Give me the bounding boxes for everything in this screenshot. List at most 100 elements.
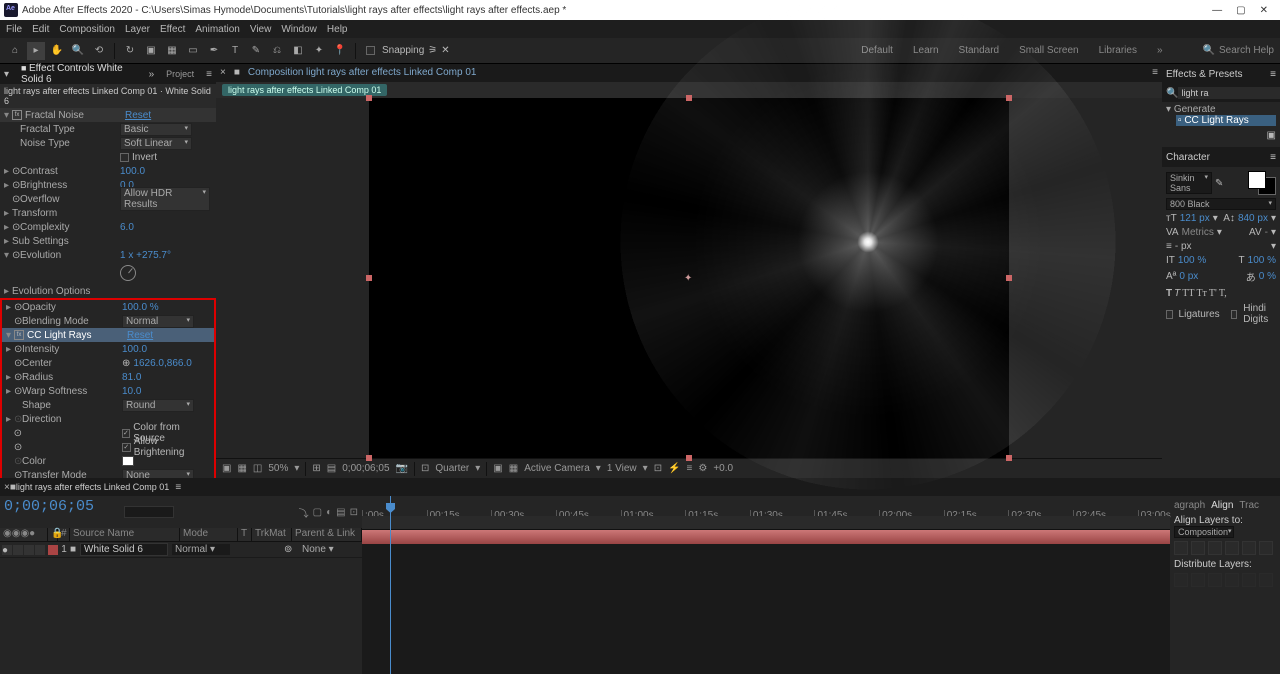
eye-toggle[interactable]: ●: [2, 545, 12, 555]
new-bin-icon[interactable]: ▣: [1267, 130, 1276, 141]
character-menu-icon[interactable]: ≡: [1270, 152, 1276, 163]
type-tool[interactable]: T: [226, 42, 244, 60]
handle-bm[interactable]: [686, 455, 692, 461]
effects-presets-menu-icon[interactable]: ≡: [1270, 69, 1276, 80]
maximize-button[interactable]: ▢: [1236, 5, 1245, 16]
zoom-tool[interactable]: 🔍: [69, 42, 87, 60]
layer-parent-dropdown[interactable]: None ▾: [302, 544, 362, 555]
dist-4[interactable]: [1225, 573, 1239, 587]
show-icon[interactable]: ⊡: [421, 463, 429, 474]
menu-help[interactable]: Help: [327, 24, 348, 35]
evolution-value[interactable]: 1 x +275.7°: [120, 250, 171, 261]
panel-menu-icon[interactable]: ≡: [206, 69, 212, 80]
lock-icon[interactable]: ×: [220, 67, 226, 78]
center-value[interactable]: 1626.0,866.0: [133, 358, 191, 369]
invert-checkbox[interactable]: [120, 153, 129, 162]
cc-light-rays-header[interactable]: ▾fx CC Light Rays Reset: [2, 328, 214, 342]
roto-tool[interactable]: ✦: [310, 42, 328, 60]
snapshot-icon[interactable]: 📷: [396, 463, 408, 474]
flow-chip[interactable]: light rays after effects Linked Comp 01: [222, 84, 387, 96]
viewer-timecode[interactable]: 0;00;06;05: [342, 463, 389, 474]
menu-animation[interactable]: Animation: [195, 24, 239, 35]
zoom-dropdown[interactable]: 50%: [268, 463, 288, 474]
dist-5[interactable]: [1242, 573, 1256, 587]
anchor-point[interactable]: ✦: [684, 273, 694, 283]
snapping-more-icon[interactable]: ✕: [441, 45, 449, 56]
dist-6[interactable]: [1259, 573, 1273, 587]
brain-icon[interactable]: ⊡: [350, 507, 358, 518]
motion-blur-icon[interactable]: ◐: [326, 507, 332, 518]
shape-tool[interactable]: ▭: [184, 42, 202, 60]
tab-tracker[interactable]: Trac: [1239, 500, 1259, 511]
timeline-search-input[interactable]: [124, 506, 174, 518]
color-swatch[interactable]: [122, 456, 134, 466]
brush-tool[interactable]: ✎: [247, 42, 265, 60]
effect-controls-tab[interactable]: ■ Effect Controls White Solid 6: [21, 63, 137, 85]
handle-br[interactable]: [1006, 455, 1012, 461]
panel-chevron-icon[interactable]: ▾: [4, 69, 9, 80]
blending-mode-dropdown[interactable]: Normal: [122, 315, 194, 328]
pan-behind-tool[interactable]: ▦: [163, 42, 181, 60]
selection-tool[interactable]: ▸: [27, 42, 45, 60]
evolution-dial[interactable]: [120, 265, 136, 281]
canvas[interactable]: ✦: [369, 98, 1009, 458]
color-swatches[interactable]: [1248, 171, 1276, 195]
contrast-value[interactable]: 100.0: [120, 166, 145, 177]
pen-tool[interactable]: ✒: [205, 42, 223, 60]
guide-icon[interactable]: ▤: [327, 463, 336, 474]
hand-tool[interactable]: ✋: [48, 42, 66, 60]
fractal-type-dropdown[interactable]: Basic: [120, 123, 192, 136]
align-top[interactable]: [1225, 541, 1239, 555]
opacity-value[interactable]: 100.0 %: [122, 302, 159, 313]
menu-view[interactable]: View: [250, 24, 272, 35]
layer-bar[interactable]: [362, 530, 1170, 544]
noise-type-dropdown[interactable]: Soft Linear: [120, 137, 192, 150]
layer-bar-row[interactable]: [362, 530, 1170, 544]
handle-tm[interactable]: [686, 95, 692, 101]
audio-toggle[interactable]: [13, 545, 23, 555]
layer-mode-dropdown[interactable]: Normal ▾: [172, 544, 230, 555]
handle-bl[interactable]: [366, 455, 372, 461]
dist-2[interactable]: [1191, 573, 1205, 587]
prop-transform[interactable]: ▸Transform: [0, 206, 216, 220]
prop-evolution-options[interactable]: ▸Evolution Options: [0, 284, 216, 298]
handle-ml[interactable]: [366, 275, 372, 281]
menu-composition[interactable]: Composition: [59, 24, 115, 35]
dist-3[interactable]: [1208, 573, 1222, 587]
timeline-ruler[interactable]: :00s 00:15s 00:30s 00:45s 01:00s 01:15s …: [362, 496, 1170, 516]
tab-overflow-icon[interactable]: »: [149, 69, 155, 80]
complexity-value[interactable]: 6.0: [120, 222, 134, 233]
tsume-value[interactable]: 0 %: [1259, 271, 1276, 282]
warp-softness-value[interactable]: 10.0: [122, 386, 141, 397]
transfer-mode-dropdown[interactable]: None: [122, 469, 194, 479]
solo-toggle[interactable]: [24, 545, 34, 555]
frame-blend-icon[interactable]: ▢: [313, 507, 322, 518]
viewer[interactable]: ✦: [216, 98, 1162, 458]
channel-icon[interactable]: ▦: [237, 463, 246, 474]
menu-file[interactable]: File: [6, 24, 22, 35]
camera-tool[interactable]: ▣: [142, 42, 160, 60]
leading-value[interactable]: 840 px: [1238, 213, 1268, 224]
roi-icon[interactable]: ▣: [493, 463, 502, 474]
playhead[interactable]: [390, 496, 391, 674]
menu-layer[interactable]: Layer: [125, 24, 150, 35]
clone-tool[interactable]: ⎌: [268, 42, 286, 60]
allow-brightening-checkbox[interactable]: [122, 443, 131, 452]
menu-edit[interactable]: Edit: [32, 24, 49, 35]
menu-window[interactable]: Window: [281, 24, 317, 35]
close-button[interactable]: ✕: [1260, 5, 1268, 16]
dist-1[interactable]: [1174, 573, 1188, 587]
subscript-button[interactable]: T,: [1219, 288, 1227, 299]
prop-sub-settings[interactable]: ▸Sub Settings: [0, 234, 216, 248]
handle-tl[interactable]: [366, 95, 372, 101]
composition-tab[interactable]: Composition light rays after effects Lin…: [248, 67, 477, 78]
alpha-icon[interactable]: ▣: [222, 463, 231, 474]
layer-name[interactable]: White Solid 6: [80, 543, 168, 556]
orbit-tool[interactable]: ⟲: [90, 42, 108, 60]
align-bottom[interactable]: [1259, 541, 1273, 555]
res-icon[interactable]: ⊞: [312, 463, 320, 474]
hindi-checkbox[interactable]: [1231, 310, 1238, 319]
fractal-noise-reset[interactable]: Reset: [125, 110, 151, 121]
home-button[interactable]: ⌂: [6, 42, 24, 60]
cc-light-rays-reset[interactable]: Reset: [127, 330, 153, 341]
